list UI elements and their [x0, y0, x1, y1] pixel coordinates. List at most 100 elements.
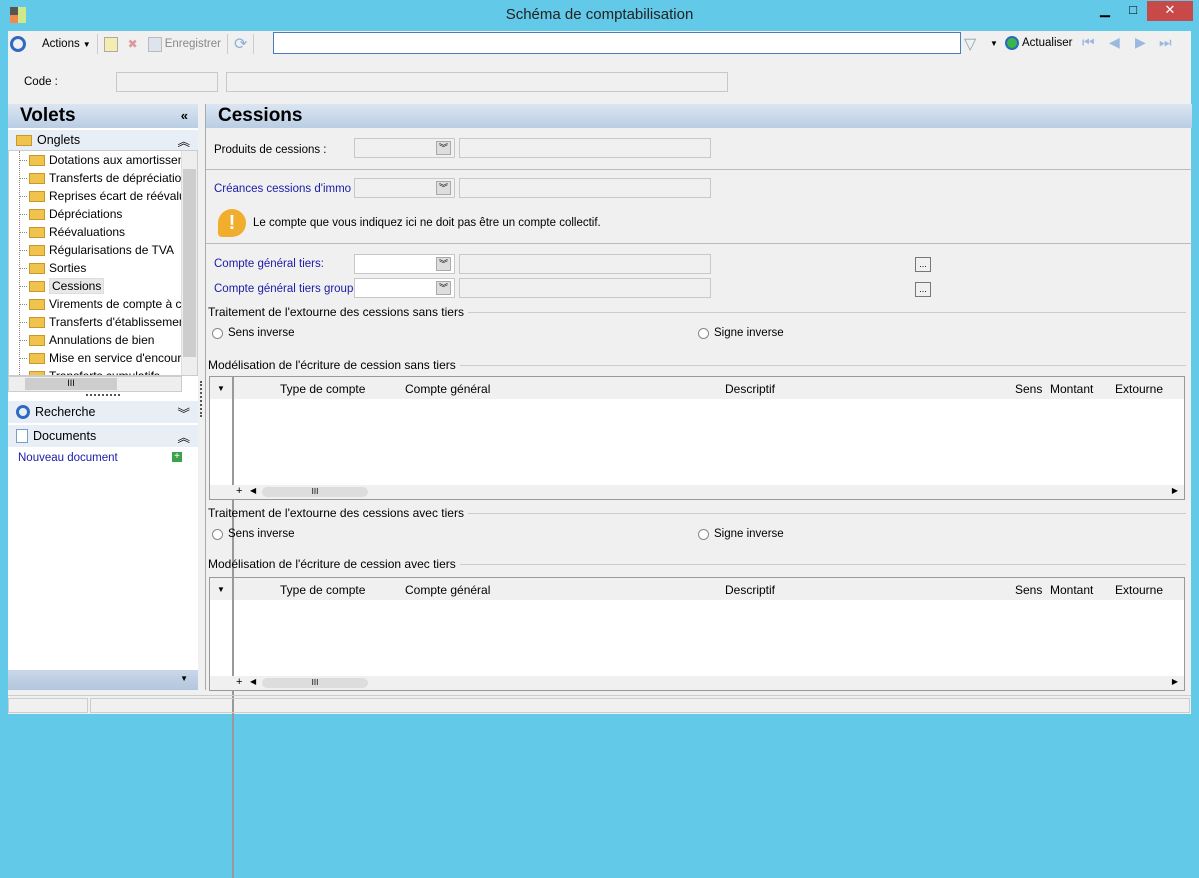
folder-icon [29, 262, 45, 274]
grid-hscrollbar[interactable]: + ◀ III ▶ [210, 676, 1184, 690]
delete-icon[interactable]: ✖ [128, 37, 138, 51]
column-chooser-icon[interactable]: ▼ [217, 384, 225, 393]
sidebar-footer[interactable]: ▼ [8, 670, 198, 690]
dropdown-icon: ︾ [436, 141, 451, 155]
first-record-icon[interactable]: ⏮ [1082, 34, 1095, 51]
radio-signe-inverse-sans-tiers[interactable]: Signe inverse [698, 327, 784, 339]
column-header[interactable]: Type de compte [280, 382, 365, 396]
tree-item[interactable]: Dotations aux amortissements [9, 151, 197, 169]
tree-hscrollbar[interactable]: III [8, 376, 182, 392]
new-document-link[interactable]: Nouveau document [18, 452, 118, 464]
separator [96, 34, 98, 54]
scroll-right-icon[interactable]: ▶ [1172, 486, 1178, 495]
section-recherche[interactable]: Recherche ︾ [8, 401, 198, 423]
section-documents[interactable]: Documents ︽ [8, 425, 198, 447]
folder-icon [29, 208, 45, 220]
collapse-panel-icon[interactable]: « [181, 104, 188, 128]
column-header[interactable]: Type de compte [280, 583, 365, 597]
creances-label[interactable]: Créances cessions d'immo : [214, 183, 357, 195]
scroll-right-icon[interactable]: ▶ [1172, 677, 1178, 686]
column-header[interactable]: Extourne [1115, 583, 1163, 597]
radio-sens-inverse-avec-tiers[interactable]: Sens inverse [212, 528, 294, 540]
tree-item[interactable]: Transferts de dépréciations [9, 169, 197, 187]
produits-combo[interactable]: ︾ [354, 138, 455, 158]
collapse-icon: ︽ [177, 134, 190, 149]
tabs-tree: Dotations aux amortissements Transferts d… [8, 150, 198, 376]
new-icon[interactable] [103, 36, 118, 52]
splitter-handle[interactable] [86, 394, 120, 396]
dropdown-icon: ︾ [436, 257, 451, 271]
vertical-splitter[interactable] [200, 381, 202, 417]
main-panel: Cessions Produits de cessions : ︾ Créanc… [205, 104, 1192, 878]
radio-sens-inverse-sans-tiers[interactable]: Sens inverse [212, 327, 294, 339]
refresh-icon [1005, 36, 1019, 50]
target-icon[interactable] [10, 36, 26, 52]
add-icon[interactable]: + [172, 452, 182, 462]
scroll-left-icon[interactable]: ◀ [250, 677, 256, 686]
group-extourne-sans-tiers: Traitement de l'extourne des cessions sa… [208, 305, 1186, 319]
tiers-groupe-browse-button[interactable]: ... [915, 282, 931, 297]
tree-item[interactable]: Réévaluations [9, 223, 197, 241]
tree-item[interactable]: Annulations de bien [9, 331, 197, 349]
tree-item[interactable]: Reprises écart de réévaluation [9, 187, 197, 205]
tree-item[interactable]: Mise en service d'encours [9, 349, 197, 367]
last-record-icon[interactable]: ⏭ [1159, 34, 1172, 51]
column-header[interactable]: Sens [1015, 583, 1042, 597]
column-header[interactable]: Montant [1050, 583, 1093, 597]
sync-icon[interactable]: ⟳ [234, 34, 247, 54]
sidebar-header: Volets « [8, 104, 198, 128]
code-field[interactable] [116, 72, 218, 92]
tree-item[interactable]: Cessions [9, 277, 197, 295]
status-bar [8, 695, 1191, 714]
close-button[interactable]: ✕ [1147, 1, 1193, 21]
column-chooser-icon[interactable]: ▼ [217, 585, 225, 594]
filter-dropdown-icon[interactable]: ▼ [990, 39, 998, 48]
tiers-combo[interactable]: ︾ [354, 254, 455, 274]
column-header[interactable]: Extourne [1115, 382, 1163, 396]
tiers-browse-button[interactable]: ... [915, 257, 931, 272]
folder-icon [29, 172, 45, 184]
caret-down-icon: ▼ [82, 39, 91, 49]
tree-vscrollbar[interactable] [181, 151, 197, 375]
grid-hscrollbar[interactable]: + ◀ III ▶ [210, 485, 1184, 499]
tiers-groupe-description [459, 278, 711, 298]
column-header[interactable]: Compte général [405, 583, 490, 597]
tree-item[interactable]: Transferts d'établissement [9, 313, 197, 331]
tiers-groupe-label[interactable]: Compte général tiers groupe: [214, 283, 363, 295]
actions-menu[interactable]: Actions ▼ [42, 38, 91, 50]
next-record-icon[interactable]: ▶ [1135, 34, 1146, 51]
folder-icon [29, 334, 45, 346]
refresh-button[interactable]: Actualiser [1005, 36, 1073, 50]
maximize-button[interactable]: □ [1120, 1, 1146, 21]
tiers-groupe-combo[interactable]: ︾ [354, 278, 455, 298]
tree-item[interactable]: Virements de compte à compte [9, 295, 197, 313]
warning-text: Le compte que vous indiquez ici ne doit … [253, 217, 601, 229]
minimize-button[interactable]: ▁ [1092, 1, 1118, 21]
tiers-label[interactable]: Compte général tiers: [214, 258, 324, 270]
tree-item[interactable]: Sorties [9, 259, 197, 277]
add-row-icon[interactable]: + [236, 485, 242, 497]
section-onglets[interactable]: Onglets ︽ [8, 130, 198, 150]
grid-sans-tiers[interactable]: ▼ Type de compte Compte général Descriptif S… [209, 376, 1185, 677]
previous-record-icon[interactable]: ◀ [1109, 34, 1120, 51]
column-header[interactable]: Sens [1015, 382, 1042, 396]
column-header[interactable]: Compte général [405, 382, 490, 396]
code-label: Code : [24, 76, 58, 88]
filter-icon[interactable]: ▽ [964, 34, 976, 54]
folder-icon [29, 226, 45, 238]
radio-signe-inverse-avec-tiers[interactable]: Signe inverse [698, 528, 784, 540]
tree-item[interactable]: Dépréciations [9, 205, 197, 223]
column-header[interactable]: Montant [1050, 382, 1093, 396]
grid-avec-tiers[interactable]: ▼ Type de compte Compte général Descriptif S… [209, 577, 1185, 878]
column-header[interactable]: Descriptif [725, 382, 775, 396]
creances-combo[interactable]: ︾ [354, 178, 455, 198]
search-input[interactable] [273, 32, 961, 54]
add-row-icon[interactable]: + [236, 676, 242, 688]
tree-item[interactable]: Transferts cumulatifs [9, 367, 197, 375]
code-description-field[interactable] [226, 72, 728, 92]
column-header[interactable]: Descriptif [725, 583, 775, 597]
save-button[interactable]: Enregistrer [147, 36, 221, 52]
produits-label: Produits de cessions : [214, 144, 327, 156]
tree-item[interactable]: Régularisations de TVA [9, 241, 197, 259]
scroll-left-icon[interactable]: ◀ [250, 486, 256, 495]
